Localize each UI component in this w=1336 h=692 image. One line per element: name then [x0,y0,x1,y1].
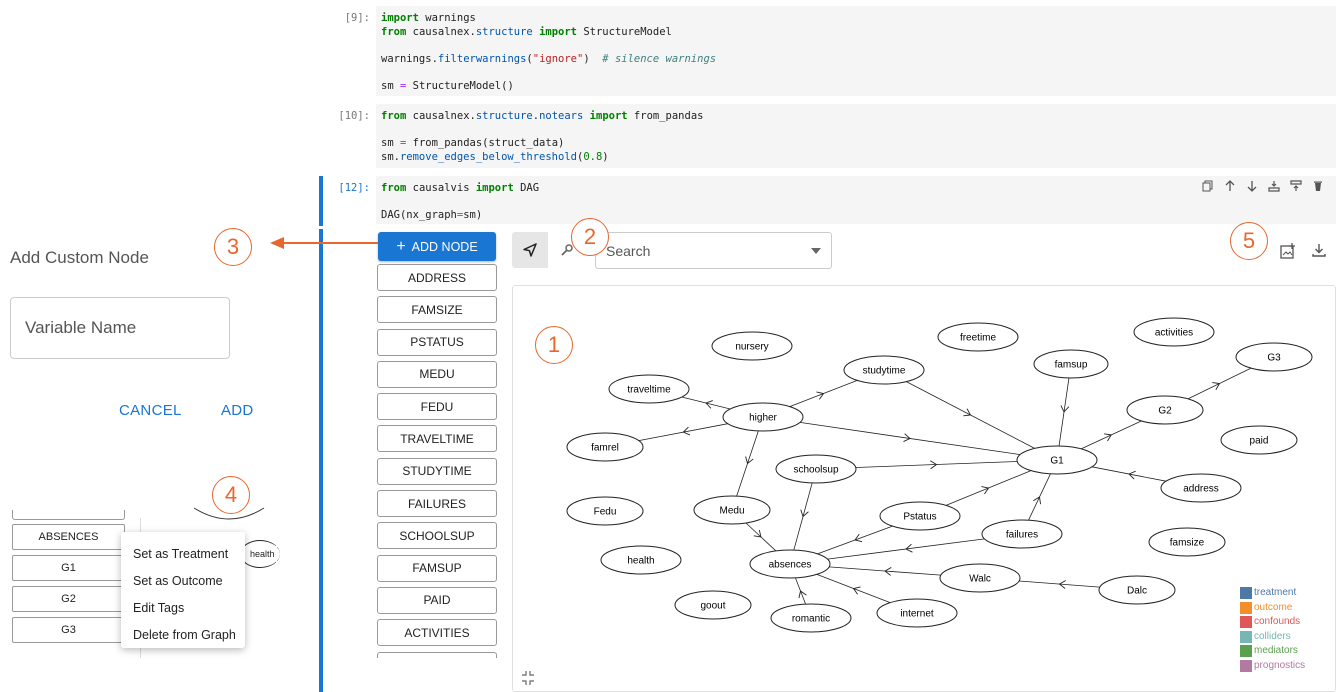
graph-node[interactable]: activities [1133,317,1215,347]
graph-node[interactable]: G1 [1016,445,1098,475]
graph-node-label: Fedu [594,507,617,518]
legend-swatch [1240,630,1252,643]
context-menu: Set as Treatment Set as Outcome Edit Tags D… [121,532,245,648]
legend-label: prognostics [1254,659,1306,671]
graph-node[interactable]: famrel [566,432,644,462]
callout-5: 5 [1230,222,1268,260]
legend-label: outcome [1254,601,1293,613]
mini-variable-button[interactable]: G2 [12,586,125,612]
context-menu-item[interactable]: Set as Outcome [121,567,245,594]
graph-node-label: freetime [960,333,997,344]
callout-2: 2 [571,218,609,256]
graph-node-label: absences [769,560,812,571]
legend: treatment outcome confounds colliders mediat… [1240,586,1305,673]
graph-node-label: schoolsup [793,465,838,476]
graph-node-label: health [627,556,654,567]
graph-node-label: traveltime [627,385,671,396]
graph-node[interactable]: Fedu [566,496,644,526]
graph-node[interactable]: freetime [937,322,1019,352]
graph-node[interactable]: nursery [711,331,793,361]
graph-node[interactable]: G3 [1235,342,1313,372]
graph-node-label: address [1183,484,1219,495]
legend-swatch [1240,587,1252,600]
mini-health-label: health [250,549,275,559]
variable-name-input[interactable]: Variable Name [10,297,230,359]
graph-node[interactable]: traveltime [608,374,690,404]
graph-node[interactable]: internet [876,598,958,628]
graph-node[interactable]: absences [749,549,831,579]
legend-item: mediators [1240,644,1305,659]
graph-node[interactable]: Medu [693,495,771,525]
graph-node[interactable]: Walc [939,563,1021,593]
callout-3: 3 [214,228,252,266]
legend-swatch [1240,645,1252,658]
graph-node-label: G2 [1158,406,1172,417]
callout-arrow [270,237,378,249]
context-menu-item[interactable]: Set as Treatment [121,540,245,567]
legend-item: outcome [1240,601,1305,616]
legend-label: colliders [1254,630,1291,642]
add-button[interactable]: ADD [221,402,254,419]
legend-label: mediators [1254,645,1298,656]
graph-node[interactable]: failures [981,519,1063,549]
graph-node[interactable]: studytime [843,355,925,385]
cancel-button[interactable]: CANCEL [119,402,182,419]
context-menu-item[interactable]: Edit Tags [121,594,245,621]
add-custom-node-title: Add Custom Node [10,248,149,267]
graph-node-label: activities [1155,328,1193,339]
graph-node-label: studytime [863,366,906,377]
graph-node[interactable]: Dalc [1098,575,1176,605]
legend-label: confounds [1254,616,1301,627]
graph-node-label: Walc [969,574,991,585]
graph-node[interactable]: address [1160,473,1242,503]
mini-variable-button[interactable]: ABSENCES [12,524,125,550]
callout-1: 1 [535,326,573,364]
graph-node-label: Pstatus [903,512,936,523]
graph-node[interactable]: higher [722,402,804,432]
graph-node[interactable]: schoolsup [775,454,857,484]
graph-node-label: G1 [1050,456,1064,467]
legend-item: prognostics [1240,659,1305,674]
graph-node[interactable]: goout [674,590,752,620]
graph-node-label: famsup [1055,360,1088,371]
graph-node-label: nursery [735,342,768,353]
graph-node-label: goout [700,601,725,612]
graph-node-label: famrel [591,443,619,454]
bracket-decoration [193,507,265,520]
graph-node-label: Dalc [1127,586,1147,597]
graph-node[interactable]: health [600,545,682,575]
legend-label: treatment [1254,587,1297,598]
legend-item: colliders [1240,630,1305,645]
graph-node-label: Medu [719,506,744,517]
legend-item: confounds [1240,615,1305,630]
legend-swatch [1240,616,1252,629]
graph-node[interactable]: famsize [1148,527,1226,557]
graph-node[interactable]: G2 [1126,395,1204,425]
graph-node-label: G3 [1267,353,1281,364]
graph-node-label: higher [749,413,777,424]
graph-node-label: romantic [792,614,830,625]
graph-node[interactable]: Pstatus [879,501,961,531]
graph-node-label: internet [900,609,934,620]
mini-health-node: health [240,540,280,568]
graph-node-label: failures [1006,530,1038,541]
graph-node[interactable]: paid [1220,425,1298,455]
mini-divider-right [276,520,277,580]
mini-variable-button[interactable]: G1 [12,555,125,581]
mini-var-partial [12,510,125,520]
context-menu-item[interactable]: Delete from Graph [121,621,245,648]
graph-node-label: paid [1250,436,1269,447]
graph-node[interactable]: romantic [770,603,852,633]
collapse-icon[interactable] [522,671,534,685]
legend-swatch [1240,659,1252,672]
legend-item: treatment [1240,586,1305,601]
mini-variable-button[interactable]: G3 [12,617,125,643]
legend-swatch [1240,601,1252,614]
graph-node[interactable]: famsup [1033,349,1109,379]
graph-node-label: famsize [1170,538,1205,549]
